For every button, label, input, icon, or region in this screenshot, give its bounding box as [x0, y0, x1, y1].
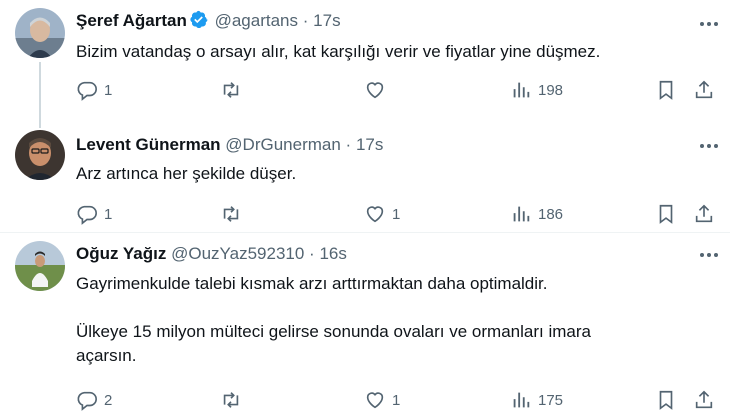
bookmark-button[interactable] [655, 203, 677, 225]
views-button[interactable]: 175 [510, 389, 563, 411]
timestamp[interactable]: 17s [313, 11, 340, 30]
like-button[interactable]: 1 [364, 389, 400, 411]
tweet-text-line: Gayrimenkulde talebi kısmak arzı arttırm… [76, 274, 548, 293]
avatar[interactable] [15, 241, 65, 291]
view-count: 186 [538, 205, 564, 223]
author-name[interactable]: Şeref Ağartan [76, 11, 187, 30]
reply-count: 2 [104, 391, 113, 409]
tweet-header: Şeref Ağartan @agartans · 17s [76, 10, 341, 32]
separator-dot: · [302, 11, 309, 30]
share-button[interactable] [693, 389, 715, 411]
retweet-icon [223, 206, 239, 222]
reply-icon [77, 391, 97, 411]
tweet-text-line: Arz artınca her şekilde düşer. [76, 164, 297, 183]
more-icon[interactable] [697, 134, 721, 158]
retweet-button[interactable] [220, 203, 248, 225]
tweet-text-line: açarsın. [76, 346, 137, 365]
separator-dot: · [309, 244, 315, 263]
more-icon[interactable] [697, 243, 721, 267]
avatar[interactable] [15, 130, 65, 180]
tweet-header: Oğuz Yağız @OuzYaz592310 · 16s [76, 243, 347, 265]
tweet-3[interactable]: Oğuz Yağız @OuzYaz592310 · 16s Gayrimenk… [0, 233, 730, 420]
tweet-text-line: Bizim vatandaş o arsayı alır, kat karşıl… [76, 42, 601, 61]
avatar[interactable] [15, 8, 65, 58]
views-icon [513, 206, 530, 222]
author-handle[interactable]: @DrGunerman [225, 135, 341, 154]
views-icon [513, 82, 530, 98]
like-count: 1 [392, 205, 401, 223]
bookmark-icon [659, 80, 673, 100]
separator-dot: · [345, 135, 352, 154]
tweet-header: Levent Günerman @DrGunerman · 17s [76, 134, 383, 156]
retweet-icon [223, 392, 239, 408]
heart-icon [366, 392, 384, 409]
timestamp[interactable]: 17s [356, 135, 383, 154]
timestamp[interactable]: 16s [319, 244, 346, 263]
retweet-icon [223, 82, 239, 98]
reply-button[interactable]: 2 [76, 389, 112, 411]
share-button[interactable] [693, 203, 715, 225]
tweet-1[interactable]: Şeref Ağartan @agartans · 17s Bizim vata… [0, 0, 730, 126]
tweet-text: Gayrimenkulde talebi kısmak arzı arttırm… [76, 272, 591, 368]
heart-icon [366, 82, 384, 99]
view-count: 175 [538, 391, 564, 409]
retweet-button[interactable] [220, 389, 248, 411]
reply-button[interactable]: 1 [76, 203, 112, 225]
author-name[interactable]: Oğuz Yağız [76, 244, 166, 263]
share-icon [695, 80, 713, 99]
like-button[interactable]: 1 [364, 203, 400, 225]
reply-count: 1 [104, 205, 113, 223]
reply-icon [77, 81, 97, 101]
bookmark-button[interactable] [655, 389, 677, 411]
more-icon[interactable] [697, 12, 721, 36]
tweet-text: Arz artınca her şekilde düşer. [76, 162, 296, 186]
bookmark-button[interactable] [655, 79, 677, 101]
views-button[interactable]: 186 [510, 203, 563, 225]
share-icon [695, 204, 713, 223]
reply-button[interactable]: 1 [76, 79, 112, 101]
share-button[interactable] [693, 79, 715, 101]
heart-icon [366, 206, 384, 223]
tweet-2[interactable]: Levent Günerman @DrGunerman · 17s Arz ar… [0, 126, 730, 232]
author-handle[interactable]: @OuzYaz592310 [171, 244, 304, 263]
share-icon [695, 390, 713, 409]
bookmark-icon [659, 204, 673, 224]
reply-icon [77, 205, 97, 225]
verified-badge-icon [189, 10, 208, 29]
views-button[interactable]: 198 [510, 79, 563, 101]
view-count: 198 [538, 81, 564, 99]
reply-count: 1 [104, 81, 113, 99]
tweet-text-line: Ülkeye 15 milyon mülteci gelirse sonunda… [76, 322, 591, 341]
like-count: 1 [392, 391, 401, 409]
author-name[interactable]: Levent Günerman [76, 135, 221, 154]
retweet-button[interactable] [220, 79, 248, 101]
like-button[interactable] [364, 79, 392, 101]
views-icon [513, 392, 530, 408]
tweet-text: Bizim vatandaş o arsayı alır, kat karşıl… [76, 40, 600, 64]
bookmark-icon [659, 390, 673, 410]
author-handle[interactable]: @agartans [215, 11, 298, 30]
